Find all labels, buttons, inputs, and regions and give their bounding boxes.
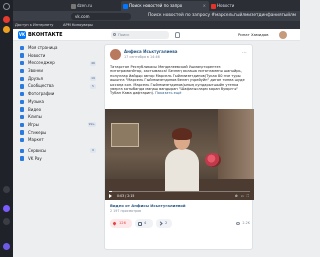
menu-item-vkpay[interactable]: VK Pay xyxy=(18,155,100,163)
news-favicon-icon xyxy=(211,3,216,9)
video-icon xyxy=(20,107,25,112)
phone-icon xyxy=(20,68,25,74)
tab-vk-search[interactable]: Поиск новостей по запро × xyxy=(121,1,209,11)
views-count: 2.2K xyxy=(236,219,250,228)
video-title[interactable]: Видео от Анфисы Иськтугалиевой xyxy=(110,203,186,208)
post-card: Анфиса Иськтугалиева 17 сентября в 14:46… xyxy=(104,44,254,250)
tab-dzen[interactable]: dzen.ru xyxy=(69,1,121,11)
picture-frame xyxy=(111,123,139,147)
vk-logo-icon[interactable]: VK xyxy=(18,31,26,39)
address-bar: vk.com Поиск новостей по запросу #марсел… xyxy=(13,11,300,21)
search-icon xyxy=(113,33,116,36)
avatar[interactable] xyxy=(110,49,121,60)
video-controls: 0:03 / 2:15 ⚙ ▭ ⛶ xyxy=(105,191,254,200)
player-settings-icons[interactable]: ⚙ ▭ ⛶ xyxy=(235,192,250,200)
vk-brand[interactable]: ВКОНТАКТЕ xyxy=(28,29,63,41)
post-text: Татарстан Республикасы Менделеевский Ушм… xyxy=(110,65,245,96)
progress-fill xyxy=(109,191,112,192)
video-time: 0:03 / 2:15 xyxy=(117,194,135,198)
bookmark-app-icon[interactable] xyxy=(3,26,10,33)
messenger-icon xyxy=(20,61,25,66)
post-date[interactable]: 17 сентября в 14:46 xyxy=(124,55,160,59)
menu-item-games[interactable]: Игры 99+ xyxy=(18,121,100,129)
browser-sidebar xyxy=(0,0,13,257)
menu-item-services[interactable]: Сервисы 9 xyxy=(18,147,100,155)
settings-app-icon[interactable] xyxy=(3,218,10,225)
page-title: Поиск новостей по запросу #марсельгыйлми… xyxy=(147,13,296,18)
share-button[interactable]: 2 xyxy=(156,219,172,228)
count-badge: 5 xyxy=(90,83,96,89)
games-icon xyxy=(20,122,25,127)
share-icon xyxy=(158,221,163,226)
services-icon xyxy=(20,148,25,154)
count-badge: 9 xyxy=(90,148,96,154)
menu-item-music[interactable]: Музыка xyxy=(18,98,100,106)
photo-icon xyxy=(20,91,25,97)
comment-button[interactable]: 4 xyxy=(135,219,153,228)
search-placeholder: Поиск xyxy=(118,33,130,37)
tab-news[interactable]: Новости xyxy=(209,1,299,11)
search-input[interactable]: Поиск xyxy=(111,31,169,39)
like-button[interactable]: 126 xyxy=(110,219,132,228)
tab-favicon-icon xyxy=(71,3,76,9)
bookmark-item[interactable]: APM Киноуверы xyxy=(63,21,93,29)
friends-icon xyxy=(20,76,25,81)
menu-item-my-page[interactable]: Моя страница xyxy=(18,44,100,52)
avatar[interactable] xyxy=(279,31,287,39)
communities-icon xyxy=(20,84,25,89)
left-menu: Моя страница Новости Мессенджер 46 Звонки… xyxy=(18,44,100,162)
menu-item-communities[interactable]: Сообщества 5 xyxy=(18,82,100,90)
heart-icon xyxy=(112,221,117,226)
count-badge: 46 xyxy=(90,60,96,66)
sticker-icon xyxy=(20,130,25,135)
video-player[interactable]: 0:03 / 2:15 ⚙ ▭ ⛶ xyxy=(105,109,254,200)
notifications-icon[interactable] xyxy=(175,32,180,38)
menu-item-news[interactable]: Новости xyxy=(18,52,100,60)
menu-item-clips[interactable]: Клипы xyxy=(18,113,100,121)
market-icon xyxy=(20,138,25,143)
music-icon xyxy=(20,99,25,104)
eye-icon xyxy=(236,222,241,225)
profile-icon xyxy=(20,45,25,51)
more-options-icon[interactable]: ⋯ xyxy=(242,51,247,56)
user-name[interactable]: Ринат Хамидов xyxy=(238,29,268,41)
play-icon[interactable] xyxy=(109,194,112,198)
menu-item-market[interactable]: Маркет xyxy=(18,136,100,144)
assistant-app-icon[interactable] xyxy=(3,205,10,212)
comment-icon xyxy=(138,221,142,226)
dock-app-icon[interactable] xyxy=(3,186,10,193)
menu-item-messenger[interactable]: Мессенджер 46 xyxy=(18,59,100,67)
video-person xyxy=(165,128,199,191)
menu-item-video[interactable]: Видео xyxy=(18,106,100,114)
tab-bar: dzen.ru Поиск новостей по запро × Новости xyxy=(13,0,300,11)
flowers xyxy=(205,153,221,167)
alice-app-icon[interactable] xyxy=(3,243,10,250)
show-more-link[interactable]: Показать ещё xyxy=(155,91,181,95)
post-actions: 126 4 2 2.2K xyxy=(110,219,250,228)
vkpay-icon xyxy=(20,156,25,161)
clips-icon xyxy=(20,114,25,120)
vk-header: VK ВКОНТАКТЕ Поиск Ринат Хамидов xyxy=(13,29,300,41)
person-hair xyxy=(172,128,192,140)
menu-item-friends[interactable]: Друзья 19 xyxy=(18,75,100,83)
url-field[interactable]: vk.com xyxy=(71,13,131,20)
bookmark-item[interactable]: Доступ к Интернету xyxy=(15,21,53,29)
menu-item-calls[interactable]: Звонки xyxy=(18,67,100,75)
count-badge: 99+ xyxy=(87,122,96,128)
count-badge: 19 xyxy=(90,76,96,82)
menu-item-stickers[interactable]: Стикеры xyxy=(18,129,100,137)
post-author[interactable]: Анфиса Иськтугалиева xyxy=(124,49,177,54)
close-tab-icon[interactable]: × xyxy=(203,1,206,11)
mail-app-icon[interactable] xyxy=(3,16,10,23)
person-body xyxy=(165,149,199,191)
vk-favicon-icon xyxy=(123,3,128,9)
browser-menu-icon[interactable] xyxy=(3,3,10,10)
news-icon xyxy=(20,53,25,58)
video-views: 2 197 просмотров xyxy=(110,209,142,213)
bookmarks-bar: Доступ к Интернету APM Киноуверы xyxy=(13,21,300,29)
menu-item-photos[interactable]: Фотографии xyxy=(18,90,100,98)
